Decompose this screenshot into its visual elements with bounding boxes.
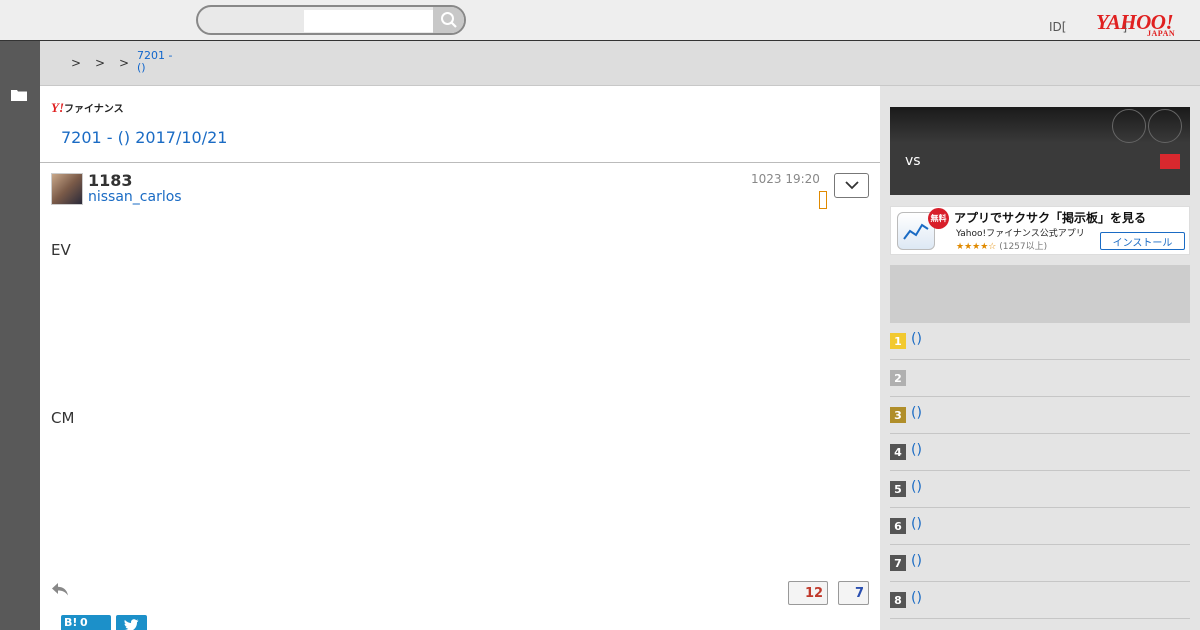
rank-link[interactable]: () [911,590,922,606]
post-body-line: CM [51,409,75,427]
rank-link[interactable]: () [911,331,922,347]
twitter-share-button[interactable] [116,615,147,630]
breadcrumb-separator: > [71,56,82,70]
post-username[interactable]: nissan_carlos [88,189,182,205]
ranking-item[interactable]: 5 () [890,471,1190,508]
reply-icon[interactable] [51,581,69,597]
rank-link[interactable]: () [911,479,922,495]
breadcrumb-separator: > [119,56,130,70]
avatar[interactable] [51,173,83,205]
install-button[interactable]: インストール [1100,232,1185,250]
rank-link[interactable]: () [911,405,922,421]
app-ad-banner[interactable]: 無料 アプリでサクサク「掲示板」を見る Yahoo!ファイナンス公式アプリ ★★… [890,206,1190,255]
ranking-item[interactable]: 8 () [890,582,1190,619]
left-rail [0,41,40,630]
post-number: 1183 [88,171,133,190]
yahoo-japan-logo[interactable]: YAHOO! JAPAN [1096,10,1175,38]
rank-badge: 5 [890,481,906,497]
rank-badge: 3 [890,407,906,423]
divider [40,162,880,163]
post-body-line: EV [51,241,71,259]
board-title[interactable]: 7201 - () 2017/10/21 [61,128,227,147]
post-menu-button[interactable] [834,173,869,198]
breadcrumb-link-board[interactable]: 7201 - () [137,50,187,74]
rank-link[interactable]: () [911,442,922,458]
promo-vs-label: vs [905,153,921,169]
main-content: Y!ファイナンス 7201 - () 2017/10/21 1183 nissa… [40,86,880,630]
promo-banner[interactable]: vs [890,107,1190,195]
baseball-icon [1148,109,1182,143]
rank-link[interactable]: () [911,553,922,569]
ranking-item[interactable]: 4 () [890,434,1190,471]
rank-badge: 6 [890,518,906,534]
rank-badge: 1 [890,333,906,349]
ranking-item[interactable]: 2 [890,360,1190,397]
ranking-item[interactable]: 6 () [890,508,1190,545]
team-flag [1160,154,1180,169]
rank-badge: 7 [890,555,906,571]
chevron-down-icon [844,181,859,190]
like-button[interactable]: 12 [788,581,828,605]
ranking-item[interactable]: 1 () [890,323,1190,360]
rank-badge: 8 [890,592,906,608]
app-ad-headline: アプリでサクサク「掲示板」を見る [954,211,1147,225]
rank-badge: 2 [890,370,906,386]
post-date: 1023 19:20 [751,172,820,186]
rank-badge: 4 [890,444,906,460]
ranking-item[interactable]: 3 () [890,397,1190,434]
right-sidebar: vs 無料 アプリでサクサク「掲示板」を見る Yahoo!ファイナンス公式アプリ… [880,86,1200,630]
baseball-icon [1112,109,1146,143]
app-ad-subtitle: Yahoo!ファイナンス公式アプリ [956,229,1085,239]
app-rating: ★★★★☆ (1257以上) [956,242,1048,252]
search-icon [440,12,457,28]
breadcrumb-separator: > [95,56,106,70]
search-box[interactable] [196,5,466,35]
ad-placeholder [890,265,1190,323]
search-input[interactable] [304,10,434,32]
flag-icon[interactable] [819,191,827,209]
free-badge: 無料 [928,208,949,229]
ranking-item[interactable]: 7 () [890,545,1190,582]
yahoo-finance-logo[interactable]: Y!ファイナンス [51,100,124,116]
folder-icon[interactable] [11,89,27,101]
twitter-icon [123,619,139,630]
hatena-bookmark-button[interactable]: B! 0 [61,615,111,630]
top-header: ID[] YAHOO! JAPAN [0,0,1200,41]
dislike-button[interactable]: 7 [838,581,869,605]
ranking-list: 1 () 2 3 () 4 () 5 () 6 () 7 () 8 () [890,323,1190,619]
search-button[interactable] [433,7,464,33]
rank-link[interactable]: () [911,516,922,532]
breadcrumb: > > > 7201 - () [40,41,1200,86]
